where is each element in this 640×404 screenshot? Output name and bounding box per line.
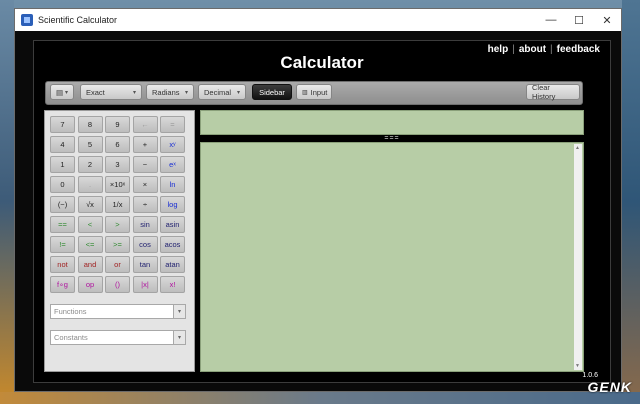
scroll-up-icon[interactable]: ▲ xyxy=(575,145,580,151)
chevron-down-icon: ▾ xyxy=(236,89,240,96)
keypad-key[interactable]: xʸ xyxy=(160,136,185,153)
keypad-key[interactable]: eˣ xyxy=(160,156,185,173)
desktop-background-right xyxy=(622,0,640,404)
genk-watermark: GENK xyxy=(587,379,632,395)
keypad-key[interactable]: == xyxy=(50,216,75,233)
chevron-down-icon: ▾ xyxy=(184,89,188,96)
keypad-key[interactable]: sin xyxy=(132,216,158,233)
keypad-key[interactable]: (−) xyxy=(50,196,75,213)
keypad-key[interactable]: 6 xyxy=(105,136,130,153)
keypad-key[interactable]: >= xyxy=(105,236,130,253)
keyboard-icon: ▥ xyxy=(302,89,308,96)
history-pane[interactable]: ▲ ▼ xyxy=(200,142,584,372)
constants-select-placeholder: Constants xyxy=(54,333,88,342)
menu-button[interactable]: ▤ ▾ xyxy=(50,84,74,100)
calculator-app: help | about | feedback Calculator ▤ ▾ Exact ▾… xyxy=(33,40,611,383)
chevron-down-icon: ▾ xyxy=(64,89,68,96)
keypad-key[interactable]: tan xyxy=(132,256,158,273)
chevron-down-icon: ▾ xyxy=(173,305,185,318)
keypad-key[interactable]: 7 xyxy=(50,116,75,133)
keypad-key[interactable]: != xyxy=(50,236,75,253)
keypad-key[interactable]: × xyxy=(132,176,158,193)
keypad-key[interactable]: atan xyxy=(160,256,185,273)
keypad-key[interactable]: ÷ xyxy=(132,196,158,213)
functions-select[interactable]: Functions ▾ xyxy=(50,304,186,319)
desktop-background-bottom xyxy=(0,392,640,404)
window-title: Scientific Calculator xyxy=(38,15,118,25)
keypad-key[interactable]: < xyxy=(77,216,103,233)
minimize-button[interactable]: — xyxy=(537,9,565,31)
window-titlebar[interactable]: Scientific Calculator — ☐ ✕ xyxy=(15,9,621,31)
keypad-key[interactable]: op xyxy=(77,276,103,293)
input-toggle-label: Input xyxy=(310,87,328,97)
keypad-key[interactable]: 3 xyxy=(105,156,130,173)
keypad-key[interactable]: x! xyxy=(160,276,185,293)
close-button[interactable]: ✕ xyxy=(593,9,621,31)
chevron-down-icon: ▾ xyxy=(173,331,185,344)
keypad-key[interactable]: − xyxy=(132,156,158,173)
keypad-key[interactable]: f∘g xyxy=(50,276,75,293)
calculator-app-icon xyxy=(21,14,33,26)
history-scrollbar[interactable]: ▲ ▼ xyxy=(574,144,582,370)
keypad-key[interactable]: or xyxy=(105,256,130,273)
window-client-area: help | about | feedback Calculator ▤ ▾ Exact ▾… xyxy=(15,31,621,391)
keypad-key[interactable]: . xyxy=(77,176,103,193)
version-label: 1.0.6 xyxy=(582,372,598,379)
keypad-key[interactable]: asin xyxy=(160,216,185,233)
keypad-key[interactable]: 1 xyxy=(50,156,75,173)
keypad-key[interactable]: <= xyxy=(77,236,103,253)
keypad-key[interactable]: 4 xyxy=(50,136,75,153)
keypad-key[interactable]: |x| xyxy=(132,276,158,293)
keypad-key[interactable]: 8 xyxy=(77,116,103,133)
page-title: Calculator xyxy=(280,53,364,72)
expression-input-area[interactable] xyxy=(200,110,584,135)
keypad-key[interactable]: + xyxy=(132,136,158,153)
mode-select-value: Exact xyxy=(86,87,105,97)
keypad-key[interactable]: √x xyxy=(77,196,103,213)
constants-select[interactable]: Constants ▾ xyxy=(50,330,186,345)
clear-history-button[interactable]: Clear History xyxy=(526,83,580,101)
angle-unit-select[interactable]: Radians ▾ xyxy=(146,84,194,100)
keypad-key[interactable]: 9 xyxy=(105,116,130,133)
keypad-key[interactable]: and xyxy=(77,256,103,273)
number-format-select[interactable]: Decimal ▾ xyxy=(198,84,246,100)
keypad-key[interactable]: cos xyxy=(132,236,158,253)
keypad-key[interactable]: 0 xyxy=(50,176,75,193)
sidebar-panel: 7 8 9 ← = 4 5 6 + xʸ 1 2 3− eˣ 0. ×10ˣ × ln (−) √x 1/x ÷ log ==… xyxy=(44,110,195,372)
keypad-key[interactable]: ← xyxy=(132,116,158,133)
keypad-key[interactable]: 5 xyxy=(77,136,103,153)
keypad-key[interactable]: = xyxy=(160,116,185,133)
keypad-key[interactable]: > xyxy=(105,216,130,233)
keypad-key[interactable]: () xyxy=(105,276,130,293)
toolbar: ▤ ▾ Exact ▾ Radians ▾ Decimal ▾ Sidebar ▥ Inp… xyxy=(45,81,583,105)
keypad-key[interactable]: not xyxy=(50,256,75,273)
maximize-button[interactable]: ☐ xyxy=(565,9,593,31)
keypad-key[interactable]: log xyxy=(160,196,185,213)
keypad-key[interactable]: 2 xyxy=(77,156,103,173)
functions-select-placeholder: Functions xyxy=(54,307,87,316)
input-toggle-button[interactable]: ▥ Input xyxy=(296,84,332,100)
scroll-down-icon[interactable]: ▼ xyxy=(575,363,580,369)
desktop-background-left xyxy=(0,0,14,404)
keypad-key[interactable]: ln xyxy=(160,176,185,193)
keypad-key[interactable]: ×10ˣ xyxy=(105,176,130,193)
keypad-key[interactable]: 1/x xyxy=(105,196,130,213)
keypad-key[interactable]: acos xyxy=(160,236,185,253)
number-format-value: Decimal xyxy=(204,87,232,97)
angle-unit-value: Radians xyxy=(152,87,180,97)
menu-icon: ▤ xyxy=(56,87,64,97)
mode-select[interactable]: Exact ▾ xyxy=(80,84,142,100)
chevron-down-icon: ▾ xyxy=(132,89,136,96)
sidebar-toggle-button[interactable]: Sidebar xyxy=(252,84,292,100)
calculator-window: Scientific Calculator — ☐ ✕ help | about | f… xyxy=(14,8,622,392)
